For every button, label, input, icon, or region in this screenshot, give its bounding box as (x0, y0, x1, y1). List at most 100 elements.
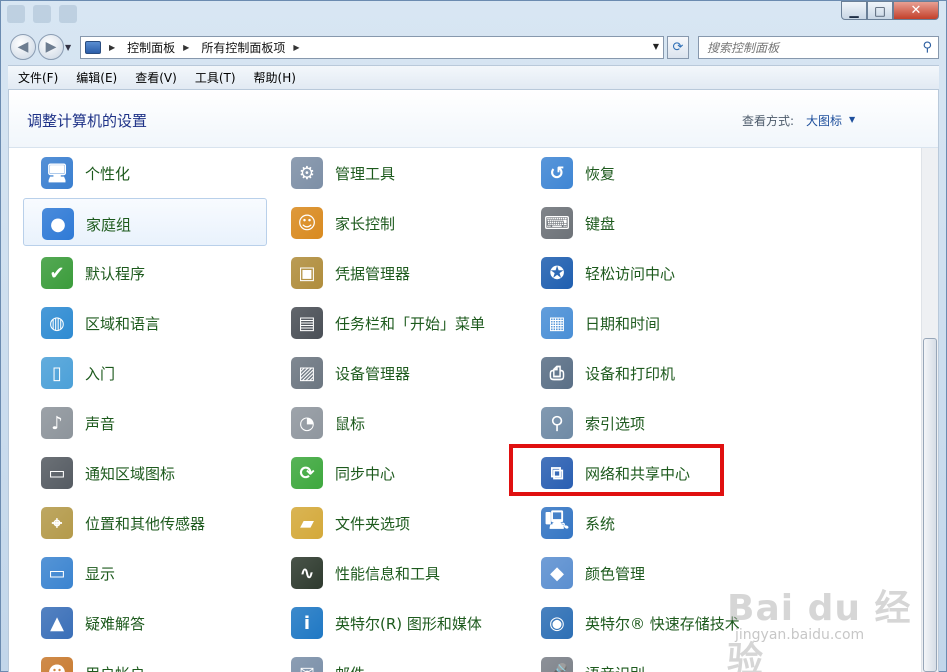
control-panel-item[interactable]: i 英特尔(R) 图形和媒体 (273, 598, 517, 646)
control-panel-item-label[interactable]: 个性化 (85, 163, 130, 184)
search-box[interactable]: ⚲ (698, 36, 939, 59)
control-panel-item[interactable]: ⚙ 管理工具 (273, 148, 517, 196)
navigation-bar: ◀ ▶ ▼ ▶ 控制面板 ▶ 所有控制面板项 ▶ ▼ ⟳ ⚲ (1, 31, 946, 63)
control-panel-item-label[interactable]: 恢复 (585, 163, 615, 184)
getting-started-icon: ▯ (41, 357, 73, 389)
control-panel-item[interactable]: ♪ 声音 (23, 398, 267, 446)
control-panel-item-label[interactable]: 区域和语言 (85, 313, 160, 334)
folder-options-icon: ▰ (291, 507, 323, 539)
control-panel-item-label[interactable]: 通知区域图标 (85, 463, 175, 484)
date-time-icon: ▦ (541, 307, 573, 339)
breadcrumb-control-panel[interactable]: 控制面板 (127, 39, 175, 56)
control-panel-item[interactable]: ▭ 通知区域图标 (23, 448, 267, 496)
vertical-scrollbar[interactable] (921, 148, 938, 672)
control-panel-item[interactable]: ⎙ 设备和打印机 (523, 348, 767, 396)
control-panel-item-label[interactable]: 用户帐户 (85, 663, 145, 672)
control-panel-item-label[interactable]: 性能信息和工具 (335, 563, 440, 584)
control-panel-item[interactable]: ⌖ 位置和其他传感器 (23, 498, 267, 546)
control-panel-item-label[interactable]: 位置和其他传感器 (85, 513, 205, 534)
control-panel-item[interactable]: ◔ 鼠标 (273, 398, 517, 446)
minimize-button[interactable]: ▁ (841, 1, 867, 20)
control-panel-item-label[interactable]: 默认程序 (85, 263, 145, 284)
breadcrumb-separator-icon[interactable]: ▶ (109, 43, 115, 52)
control-panel-item-label[interactable]: 语音识别 (585, 663, 645, 672)
control-panel-item-label[interactable]: 家庭组 (86, 214, 131, 235)
control-panel-item[interactable]: ▨ 设备管理器 (273, 348, 517, 396)
control-panel-item[interactable]: ⚲ 索引选项 (523, 398, 767, 446)
control-panel-item[interactable]: ✪ 轻松访问中心 (523, 248, 767, 296)
control-panel-item[interactable]: ▦ 日期和时间 (523, 298, 767, 346)
control-panel-item-label[interactable]: 轻松访问中心 (585, 263, 675, 284)
control-panel-item[interactable]: ◉ 英特尔® 快速存储技术 (523, 598, 767, 646)
control-panel-item[interactable]: ⌨ 键盘 (523, 198, 767, 246)
breadcrumb-all-items[interactable]: 所有控制面板项 (201, 39, 285, 56)
maximize-button[interactable]: □ (867, 1, 893, 20)
forward-button[interactable]: ▶ (38, 34, 64, 60)
control-panel-item[interactable]: ↺ 恢复 (523, 148, 767, 196)
control-panel-item-label[interactable]: 英特尔(R) 图形和媒体 (335, 613, 482, 634)
control-panel-item-label[interactable]: 文件夹选项 (335, 513, 410, 534)
control-panel-item[interactable]: ◍ 区域和语言 (23, 298, 267, 346)
control-panel-item-label[interactable]: 日期和时间 (585, 313, 660, 334)
control-panel-item-label[interactable]: 键盘 (585, 213, 615, 234)
control-panel-item-label[interactable]: 同步中心 (335, 463, 395, 484)
control-panel-item-label[interactable]: 索引选项 (585, 413, 645, 434)
address-dropdown-icon[interactable]: ▼ (653, 42, 659, 51)
control-panel-item[interactable]: ⧉ 网络和共享中心 (523, 448, 767, 496)
control-panel-item[interactable]: ☺ 家长控制 (273, 198, 517, 246)
mail-icon: ✉ (291, 657, 323, 672)
location-sensors-icon: ⌖ (41, 507, 73, 539)
control-panel-item[interactable]: ▲ 疑难解答 (23, 598, 267, 646)
control-panel-item[interactable]: ◆ 颜色管理 (523, 548, 767, 596)
address-bar[interactable]: ▶ 控制面板 ▶ 所有控制面板项 ▶ ▼ (80, 36, 664, 59)
control-panel-item-label[interactable]: 家长控制 (335, 213, 395, 234)
breadcrumb-separator-icon[interactable]: ▶ (183, 43, 189, 52)
control-panel-item-label[interactable]: 网络和共享中心 (585, 463, 690, 484)
menu-view[interactable]: 查看(V) (127, 69, 185, 86)
control-panel-item[interactable]: ☻ 用户帐户 (23, 648, 267, 672)
control-panel-item-label[interactable]: 设备管理器 (335, 363, 410, 384)
control-panel-item[interactable]: ∿ 性能信息和工具 (273, 548, 517, 596)
breadcrumb-separator-icon[interactable]: ▶ (293, 43, 299, 52)
keyboard-icon: ⌨ (541, 207, 573, 239)
control-panel-item[interactable]: 🖥 个性化 (23, 148, 267, 196)
recent-pages-dropdown-icon[interactable]: ▼ (65, 43, 71, 52)
control-panel-item-label[interactable]: 入门 (85, 363, 115, 384)
control-panel-item[interactable]: ▰ 文件夹选项 (273, 498, 517, 546)
control-panel-item[interactable]: ▤ 任务栏和「开始」菜单 (273, 298, 517, 346)
control-panel-item[interactable]: ✔ 默认程序 (23, 248, 267, 296)
search-icon[interactable]: ⚲ (922, 40, 932, 55)
control-panel-item[interactable]: 🎤 语音识别 (523, 648, 767, 672)
menu-help[interactable]: 帮助(H) (246, 69, 304, 86)
control-panel-item-label[interactable]: 鼠标 (335, 413, 365, 434)
view-by-dropdown-icon[interactable]: ▼ (849, 115, 855, 124)
close-button[interactable]: ✕ (893, 1, 939, 20)
control-panel-item-label[interactable]: 邮件 (335, 663, 365, 672)
control-panel-item[interactable]: ● 家庭组 (23, 198, 267, 246)
menu-edit[interactable]: 编辑(E) (68, 69, 125, 86)
back-button[interactable]: ◀ (10, 34, 36, 60)
scrollbar-thumb[interactable] (923, 338, 937, 672)
control-panel-item[interactable]: ▭ 显示 (23, 548, 267, 596)
control-panel-item-label[interactable]: 颜色管理 (585, 563, 645, 584)
refresh-button[interactable]: ⟳ (667, 36, 689, 59)
menu-tools[interactable]: 工具(T) (187, 69, 244, 86)
control-panel-item-label[interactable]: 声音 (85, 413, 115, 434)
view-by-selector[interactable]: 大图标 (806, 112, 842, 129)
control-panel-item-label[interactable]: 设备和打印机 (585, 363, 675, 384)
control-panel-item-label[interactable]: 管理工具 (335, 163, 395, 184)
control-panel-item[interactable]: ✉ 邮件 (273, 648, 517, 672)
control-panel-item[interactable]: ▣ 凭据管理器 (273, 248, 517, 296)
control-panel-item-label[interactable]: 凭据管理器 (335, 263, 410, 284)
menu-file[interactable]: 文件(F) (10, 69, 66, 86)
control-panel-item[interactable]: ▯ 入门 (23, 348, 267, 396)
control-panel-item[interactable]: 🖳 系统 (523, 498, 767, 546)
personalization-icon: 🖥 (41, 157, 73, 189)
control-panel-item[interactable]: ⟳ 同步中心 (273, 448, 517, 496)
control-panel-item-label[interactable]: 系统 (585, 513, 615, 534)
control-panel-item-label[interactable]: 英特尔® 快速存储技术 (585, 613, 740, 634)
control-panel-item-label[interactable]: 任务栏和「开始」菜单 (335, 313, 485, 334)
search-input[interactable] (707, 40, 917, 55)
control-panel-item-label[interactable]: 显示 (85, 563, 115, 584)
control-panel-item-label[interactable]: 疑难解答 (85, 613, 145, 634)
